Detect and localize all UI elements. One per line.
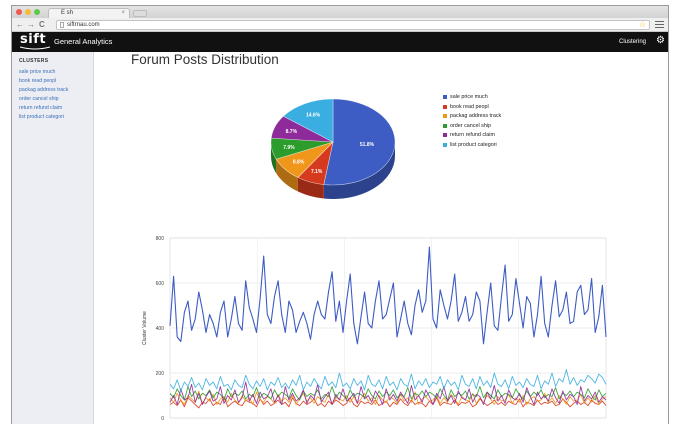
legend-swatch [443, 123, 447, 128]
y-tick-label-400: 400 [156, 326, 165, 332]
y-axis-label: Cluster Volume [142, 311, 148, 345]
browser-toolbar: ← → C siftrnau.com ☆ [12, 18, 668, 32]
y-tick-label-0: 0 [161, 416, 164, 422]
pie-label-return-refund-claim: 8.7% [286, 129, 298, 135]
legend-label: list product categori [450, 141, 497, 148]
sidebar-item-return-refund-claim[interactable]: return refund claim [19, 105, 62, 112]
sidebar-item-packag-address-track[interactable]: packag address track [19, 87, 68, 94]
sidebar: CLUSTERS sale price much book read peopl… [12, 52, 94, 424]
page-title: Forum Posts Distribution [131, 52, 279, 67]
sidebar-item-book-read-peopl[interactable]: book read peopl [19, 78, 56, 85]
page-icon [60, 22, 64, 28]
gear-icon[interactable]: ⚙ [656, 35, 665, 47]
sidebar-item-sale-price-much[interactable]: sale price much [19, 69, 55, 76]
legend-label: sale price much [450, 94, 488, 100]
browser-tab-strip: E sh × [12, 6, 668, 18]
minimize-window-button[interactable] [25, 9, 31, 15]
legend-label: order cancel ship [450, 122, 492, 129]
pie-label-order-cancel-ship: 7.9% [283, 145, 295, 151]
legend-swatch [443, 104, 447, 109]
pie-chart: 51.8% 7.1% 8.8% 7.9% 8.7% 14.6% [270, 98, 396, 199]
sidebar-item-list-product-categori[interactable]: list product categori [19, 114, 64, 121]
y-tick-label-600: 600 [156, 281, 165, 287]
zoom-window-button[interactable] [34, 9, 40, 15]
y-tick-label-200: 200 [156, 371, 165, 377]
clustering-nav-link[interactable]: Clustering [619, 37, 646, 47]
pie-label-packag-address-track: 8.8% [293, 160, 305, 166]
legend-swatch [443, 95, 447, 99]
pie-label-book-read-peopl: 7.1% [311, 169, 323, 175]
reload-icon[interactable]: C [39, 19, 45, 30]
url-text: siftrnau.com [67, 22, 100, 28]
address-bar[interactable]: siftrnau.com ☆ [56, 20, 650, 30]
pie-label-list-product-categori: 14.6% [306, 112, 321, 118]
legend-label: return refund claim [450, 132, 495, 139]
browser-tab-title: E sh [61, 10, 74, 16]
y-tick-label-800: 800 [156, 236, 165, 242]
tab-close-icon[interactable]: × [121, 9, 125, 18]
bookmark-star-icon[interactable]: ☆ [639, 20, 646, 29]
legend-label: packag address track [450, 113, 502, 120]
app-name: General Analytics [54, 37, 113, 46]
browser-menu-icon[interactable] [655, 21, 664, 29]
legend-swatch [443, 133, 447, 138]
line-chart: 0 200 400 600 800 Cluster Volume [142, 236, 607, 422]
new-tab-button[interactable] [133, 10, 147, 17]
close-window-button[interactable] [16, 9, 22, 15]
back-arrow-icon[interactable]: ← [16, 19, 24, 30]
forward-arrow-icon[interactable]: → [27, 19, 35, 30]
sidebar-item-order-cancel-ship[interactable]: order cancel ship [19, 96, 59, 103]
legend-swatch [443, 142, 447, 147]
legend-swatch [443, 114, 447, 119]
browser-tab[interactable]: E sh × [48, 8, 130, 18]
pie-label-sale-price-much: 51.8% [360, 142, 375, 148]
app-header: sift General Analytics Clustering ⚙ [12, 32, 668, 52]
legend-label: book read peopl [450, 103, 489, 110]
logo-swoosh-icon [20, 46, 50, 50]
sidebar-heading: CLUSTERS [19, 58, 49, 64]
